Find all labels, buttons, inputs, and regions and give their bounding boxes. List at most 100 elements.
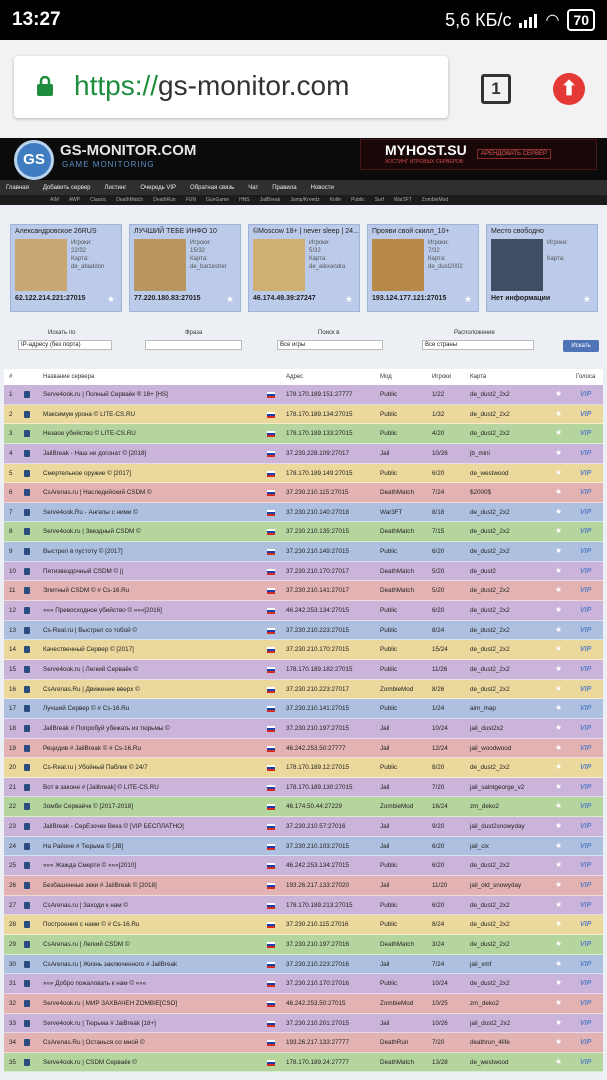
star-icon[interactable]: ★ bbox=[555, 959, 562, 968]
vip-badge-icon[interactable]: VIP bbox=[580, 902, 591, 909]
star-icon[interactable]: ★ bbox=[555, 801, 562, 810]
server-address[interactable]: 46.242.253.134:27015 bbox=[286, 607, 349, 614]
star-icon[interactable]: ★ bbox=[555, 998, 562, 1007]
table-row[interactable]: 24 На Районе # Тюрьма © [JB] 37.230.210.10… bbox=[4, 836, 603, 857]
table-row[interactable]: 11 Элитный CSDM © # Cs-16.Ru 37.230.210.14… bbox=[4, 581, 603, 602]
server-name[interactable]: Serve4ook.ru | Тюрьма # JaiBreak [18+] bbox=[43, 1020, 156, 1027]
vip-badge-icon[interactable]: VIP bbox=[580, 489, 591, 496]
server-name[interactable]: CsArenas.Ru | Движение вверх © bbox=[43, 686, 140, 693]
vip-badge-icon[interactable]: VIP bbox=[580, 1059, 591, 1066]
server-address[interactable]: 37.230.228.109:27017 bbox=[286, 450, 349, 457]
server-name[interactable]: Пятизвездочный CSDM © || bbox=[43, 568, 123, 575]
server-address[interactable]: 37.230.210.140:27018 bbox=[286, 509, 349, 516]
vip-badge-icon[interactable]: VIP bbox=[580, 764, 591, 771]
server-address[interactable]: 37.230.210.115:27016 bbox=[286, 921, 349, 928]
server-name[interactable]: Смертельное оружие © [2017] bbox=[43, 470, 131, 477]
vip-badge-icon[interactable]: VIP bbox=[580, 843, 591, 850]
star-icon[interactable]: ★ bbox=[555, 939, 562, 948]
star-icon[interactable]: ★ bbox=[555, 389, 562, 398]
vip-badge-icon[interactable]: VIP bbox=[580, 528, 591, 535]
vip-badge-icon[interactable]: VIP bbox=[580, 1000, 591, 1007]
vip-badge-icon[interactable]: VIP bbox=[580, 587, 591, 594]
vip-badge-icon[interactable]: VIP bbox=[580, 921, 591, 928]
search-by-select[interactable]: IP-адресу (без порта) bbox=[18, 340, 112, 350]
vip-badge-icon[interactable]: VIP bbox=[580, 725, 591, 732]
server-name[interactable]: Лучший Сервер © # Cs-16.Ru bbox=[43, 705, 129, 712]
table-row[interactable]: 1 Serve4ook.ru | Полный Серваёк ® 18+ [HS… bbox=[4, 385, 603, 405]
table-row[interactable]: 30 CsArenas.ru | Жизнь заключенного # Jai… bbox=[4, 954, 603, 975]
server-address[interactable]: 178.170.189.151:27777 bbox=[286, 391, 353, 398]
star-icon[interactable]: ★ bbox=[555, 880, 562, 889]
vip-badge-icon[interactable]: VIP bbox=[580, 941, 591, 948]
col-players[interactable]: Игроки bbox=[432, 374, 451, 380]
mod-nav-item[interactable]: Surf bbox=[375, 197, 384, 203]
vip-badge-icon[interactable]: VIP bbox=[580, 548, 591, 555]
table-row[interactable]: 34 CsArenas.Ru | Останься со мной © 193.26… bbox=[4, 1033, 603, 1053]
vip-badge-icon[interactable]: VIP bbox=[580, 568, 591, 575]
table-row[interactable]: 21 Вот в законе # [Jailbreak] © LITE-CS.R… bbox=[4, 777, 603, 798]
server-name[interactable]: »»» Превосходное убийство © «««[2016] bbox=[43, 607, 162, 614]
table-row[interactable]: 33 Serve4ook.ru | Тюрьма # JaiBreak [18+]… bbox=[4, 1013, 603, 1034]
nav-item[interactable]: Новости bbox=[311, 185, 334, 191]
mod-nav-item[interactable]: War3FT bbox=[394, 197, 412, 203]
server-address[interactable]: 178.170.189.182:27015 bbox=[286, 666, 353, 673]
mod-nav-item[interactable]: AWP bbox=[69, 197, 80, 203]
table-row[interactable]: 15 Serve4ook.ru | Легкий Серваёк © 178.170… bbox=[4, 659, 603, 680]
nav-item[interactable]: Обратная связь bbox=[190, 185, 234, 191]
mod-nav-item[interactable]: DeathRun bbox=[153, 197, 176, 203]
server-name[interactable]: Serve4ook.ru | МИР ЗАХВАЧЕН ZOMBIE[CSO] bbox=[43, 1000, 177, 1007]
table-row[interactable]: 17 Лучший Сервер © # Cs-16.Ru 37.230.210.1… bbox=[4, 699, 603, 719]
star-icon[interactable]: ★ bbox=[107, 294, 115, 305]
star-icon[interactable]: ★ bbox=[555, 703, 562, 712]
star-icon[interactable]: ★ bbox=[555, 821, 562, 830]
vip-card[interactable]: Александровское 26RUS Игроки: 22/32 Карта… bbox=[10, 224, 122, 312]
table-row[interactable]: 7 Serve4ook.Ru - Ангелы с ними © 37.230.21… bbox=[4, 502, 603, 523]
star-icon[interactable]: ★ bbox=[555, 860, 562, 869]
star-icon[interactable]: ★ bbox=[555, 526, 562, 535]
table-row[interactable]: 13 Cs-Real.ru | Выстрел со тобой © 37.230.… bbox=[4, 620, 603, 641]
tab-switcher-button[interactable]: 1 bbox=[481, 74, 511, 104]
table-row[interactable]: 23 JailBreak - СерЕзочек Века © [VIP БЕСП… bbox=[4, 817, 603, 837]
server-address[interactable]: 193.26.217.133:27777 bbox=[286, 1039, 349, 1046]
server-address[interactable]: 37.230.210.170:27016 bbox=[286, 980, 349, 987]
vip-badge-icon[interactable]: VIP bbox=[580, 980, 591, 987]
server-address[interactable]: 178.170.189.12:27015 bbox=[286, 764, 349, 771]
star-icon[interactable]: ★ bbox=[583, 294, 591, 305]
col-addr[interactable]: Адрес bbox=[286, 374, 303, 380]
mod-nav-item[interactable]: Public bbox=[351, 197, 365, 203]
vip-badge-icon[interactable]: VIP bbox=[580, 745, 591, 752]
star-icon[interactable]: ★ bbox=[555, 1037, 562, 1046]
table-row[interactable]: 6 CsArenas.ru | Наследийский CSDM © 37.230… bbox=[4, 483, 603, 503]
vip-card[interactable]: ЛУЧШИЙ ТЕБЕ ИНФО 10 Игроки: 15/32 Карта: … bbox=[129, 224, 241, 312]
games-select[interactable]: Все игры bbox=[277, 340, 383, 350]
star-icon[interactable]: ★ bbox=[555, 900, 562, 909]
mod-nav-item[interactable]: JailBreak bbox=[260, 197, 281, 203]
table-row[interactable]: 14 Качественный Сервер © [2017] 37.230.210… bbox=[4, 640, 603, 660]
mod-nav-item[interactable]: ZombieMod bbox=[422, 197, 448, 203]
vip-badge-icon[interactable]: VIP bbox=[580, 627, 591, 634]
col-name[interactable]: Название сервера bbox=[43, 374, 94, 380]
ad-banner[interactable]: MYHOST.SU ХОСТИНГ ИГРОВЫХ СЕРВЕРОВ АРЕНД… bbox=[360, 139, 597, 170]
update-arrow-icon[interactable]: ⬆ bbox=[553, 73, 585, 105]
server-name[interactable]: CsArenas.ru | Легкий CSDM © bbox=[43, 941, 130, 948]
vip-badge-icon[interactable]: VIP bbox=[580, 961, 591, 968]
star-icon[interactable]: ★ bbox=[555, 664, 562, 673]
nav-item[interactable]: Правила bbox=[272, 185, 296, 191]
server-name[interactable]: CsArenas.ru | Наследийский CSDM © bbox=[43, 489, 152, 496]
star-icon[interactable]: ★ bbox=[555, 409, 562, 418]
mod-nav-item[interactable]: Jump/Kreedz bbox=[290, 197, 319, 203]
server-address[interactable]: 37.230.210.141:27015 bbox=[286, 705, 349, 712]
server-address[interactable]: 178.170.189.149:27015 bbox=[286, 470, 353, 477]
server-address[interactable]: 46.242.253.134:27015 bbox=[286, 862, 349, 869]
vip-card[interactable]: Место свободно Игроки: Карта: Нет информац… bbox=[486, 224, 598, 312]
table-row[interactable]: 27 CsArenas.ru | Заходи к нам © 178.170.18… bbox=[4, 895, 603, 916]
mod-nav-item[interactable]: Classic bbox=[90, 197, 106, 203]
star-icon[interactable]: ★ bbox=[555, 448, 562, 457]
server-name[interactable]: Незаое убийство © LITE-CS.RU bbox=[43, 430, 136, 437]
table-row[interactable]: 8 Serve4ook.ru | Звездный CSDM © 37.230.21… bbox=[4, 522, 603, 543]
vip-badge-icon[interactable]: VIP bbox=[580, 784, 591, 791]
vip-badge-icon[interactable]: VIP bbox=[580, 686, 591, 693]
phrase-input[interactable] bbox=[145, 340, 242, 350]
vip-badge-icon[interactable]: VIP bbox=[580, 803, 591, 810]
server-name[interactable]: Максимум урона © LITE-CS.RU bbox=[43, 411, 135, 418]
